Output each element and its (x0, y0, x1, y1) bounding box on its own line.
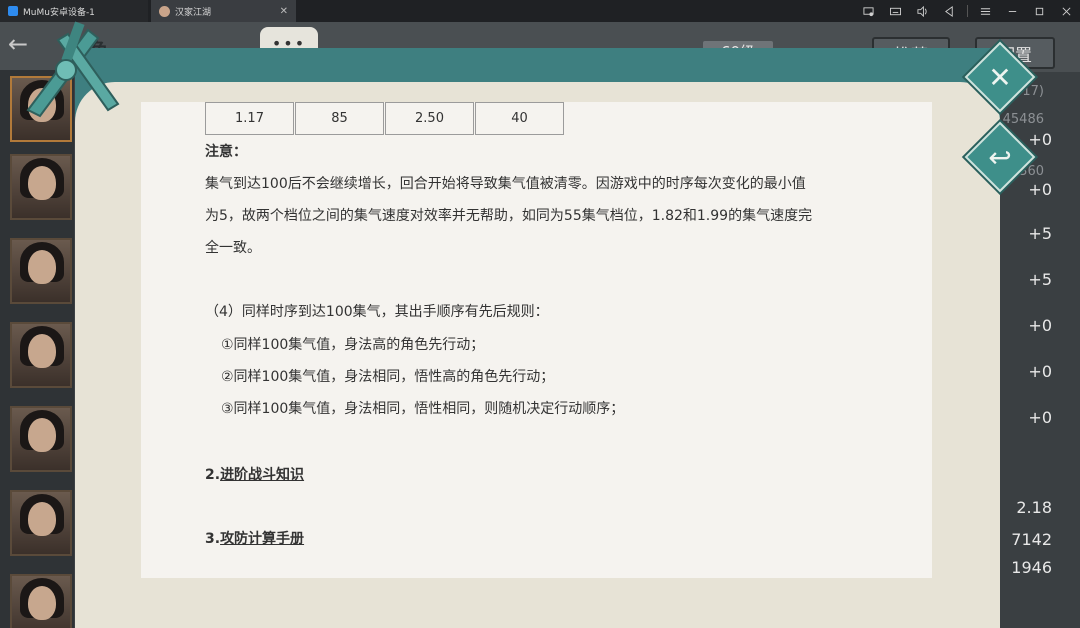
rule-title: （4）同样时序到达100集气，其出手顺序有先后规则： (205, 304, 549, 320)
controls-divider (967, 5, 968, 17)
section-3-link[interactable]: 攻防计算手册 (220, 531, 304, 547)
stat-value: +5 (1028, 270, 1052, 289)
keyboard-icon[interactable] (882, 0, 909, 22)
rule-item: ②同样100集气值，身法相同，悟性高的角色先行动； (221, 369, 555, 385)
stat-value: 1946 (1011, 558, 1052, 577)
data-table-row: 1.17 85 2.50 40 (205, 102, 564, 135)
table-cell: 2.50 (385, 102, 474, 135)
table-cell: 1.17 (205, 102, 294, 135)
rule-item: ③同样100集气值，身法相同，悟性相同，则随机决定行动顺序； (221, 401, 625, 417)
stat-value: +0 (1028, 130, 1052, 149)
character-portrait[interactable] (10, 490, 72, 556)
tab-game[interactable]: 汉家江湖 ✕ (151, 0, 296, 22)
sword-ornament-icon (26, 21, 120, 118)
character-portrait[interactable] (10, 574, 72, 628)
stat-value: 7142 (1011, 530, 1052, 549)
stat-value: +0 (1028, 362, 1052, 381)
stat-value: +0 (1028, 408, 1052, 427)
note-line: 为5，故两个档位之间的集气速度对效率并无帮助，如同为55集气档位，1.82和1.… (205, 208, 813, 224)
menu-icon[interactable] (972, 0, 999, 22)
note-line: 全一致。 (205, 240, 261, 256)
minimize-icon[interactable] (999, 0, 1026, 22)
window-controls (855, 0, 1080, 22)
note-title: 注意： (205, 144, 247, 160)
volume-icon[interactable] (909, 0, 936, 22)
mumu-app-icon (8, 6, 18, 16)
character-portrait[interactable] (10, 154, 72, 220)
screen-record-icon[interactable] (855, 0, 882, 22)
return-arrow-icon: ↩ (988, 140, 1012, 174)
back-triangle-icon[interactable] (936, 0, 963, 22)
close-window-icon[interactable] (1053, 0, 1080, 22)
close-icon: ✕ (988, 60, 1012, 94)
note-line: 集气到达100后不会继续增长，回合开始将导致集气值被清零。因游戏中的时序每次变化… (205, 176, 806, 192)
rule-item: ①同样100集气值，身法高的角色先行动； (221, 337, 485, 353)
tab-close-icon[interactable]: ✕ (280, 6, 288, 17)
section-2-link[interactable]: 进阶战斗知识 (220, 467, 304, 483)
maximize-icon[interactable] (1026, 0, 1053, 22)
section-3-heading: 3.攻防计算手册 (205, 529, 304, 549)
stat-value: +5 (1028, 224, 1052, 243)
stat-value: 45486 (1002, 112, 1044, 127)
character-portrait[interactable] (10, 406, 72, 472)
stat-value: 2.18 (1016, 498, 1052, 517)
character-portrait[interactable] (10, 238, 72, 304)
tab-device[interactable]: MuMu安卓设备-1 (0, 0, 148, 22)
table-cell: 85 (295, 102, 384, 135)
section-3-number: 3. (205, 531, 221, 547)
character-list (0, 70, 74, 628)
section-2-number: 2. (205, 467, 221, 483)
stat-value: +0 (1028, 180, 1052, 199)
character-portrait[interactable] (10, 322, 72, 388)
stat-value: +0 (1028, 316, 1052, 335)
emulator-titlebar: MuMu安卓设备-1 汉家江湖 ✕ (0, 0, 1080, 22)
section-2-heading: 2.进阶战斗知识 (205, 465, 304, 485)
tab-device-label: MuMu安卓设备-1 (23, 7, 95, 18)
table-cell: 40 (475, 102, 564, 135)
document-content[interactable]: 1.17 85 2.50 40 注意： 集气到达100后不会继续增长，回合开始将… (141, 102, 932, 578)
game-avatar-icon (159, 5, 170, 17)
tab-game-label: 汉家江湖 (175, 7, 212, 18)
